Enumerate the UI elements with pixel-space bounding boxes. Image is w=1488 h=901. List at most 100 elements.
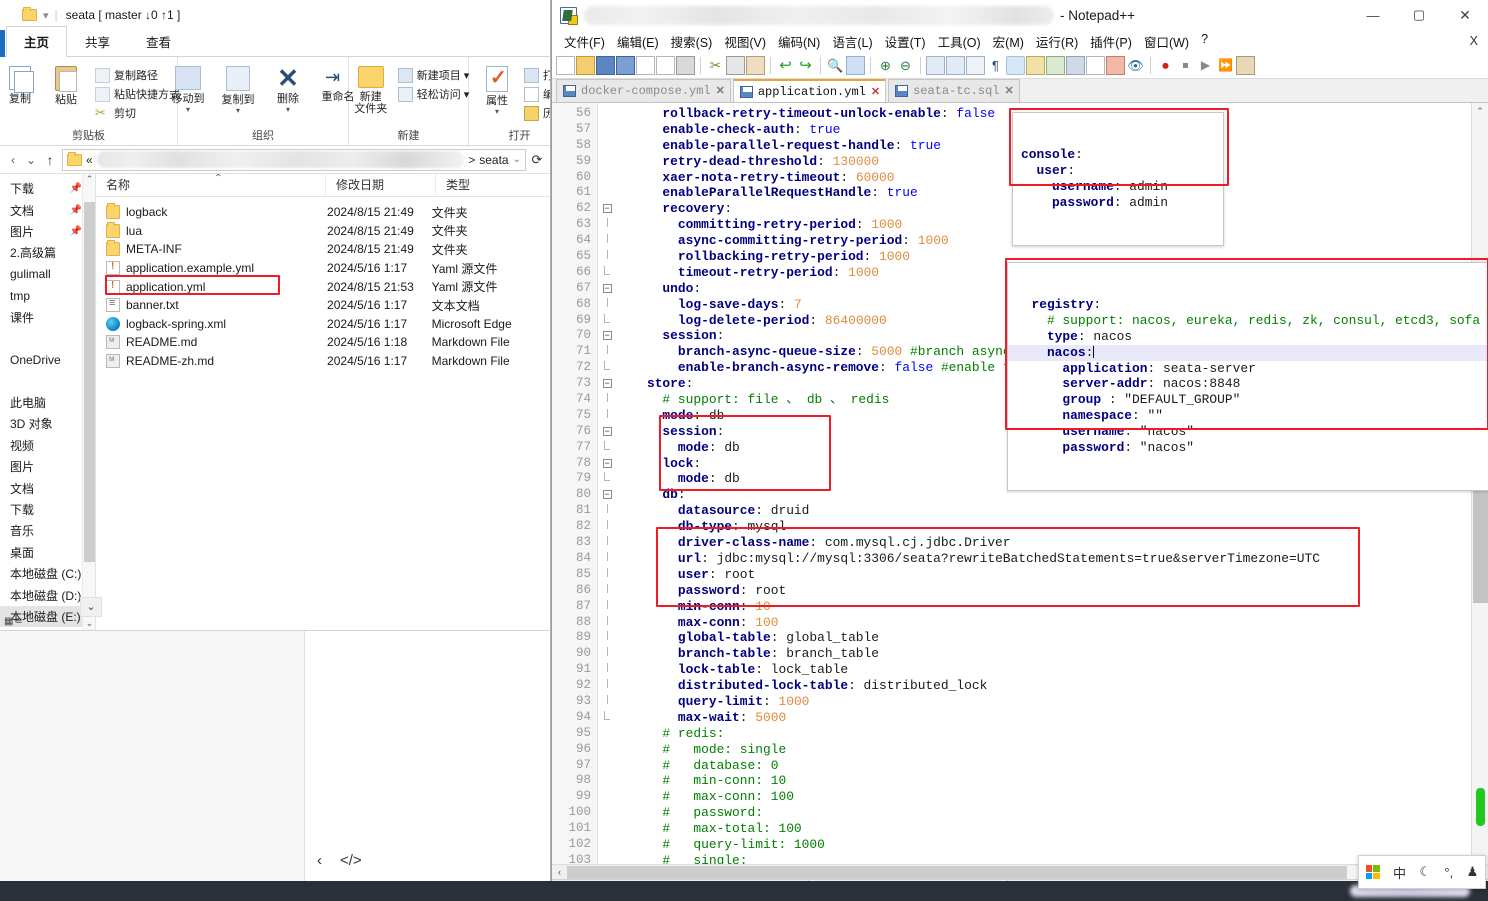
play-macro-icon[interactable]: ▶ [1196,56,1215,75]
properties-button[interactable]: 属性 ▾ [474,62,520,116]
function-list-icon[interactable] [1086,55,1105,75]
menu-item-9[interactable]: 运行(R) [1030,30,1084,53]
nav-item-17[interactable]: 桌面 [0,542,95,563]
nav-scroll-up-icon[interactable]: ⌃ [83,174,95,188]
print-icon[interactable] [676,55,695,75]
easy-access-button[interactable]: 轻松访问 ▾ [397,86,469,102]
zoom-out-icon[interactable]: ⊖ [896,56,915,75]
tab-close-icon[interactable]: ✕ [1005,84,1014,98]
nav-item-3[interactable]: 2.高级篇 [0,242,95,263]
tab-close-icon[interactable]: ✕ [871,85,880,99]
hscroll-thumb[interactable] [567,865,1347,879]
minimize-button[interactable]: — [1350,0,1396,30]
code-folding-margin[interactable]: − − − − − − − [598,103,616,864]
tab-seata-tc-sql[interactable]: seata-tc.sql ✕ [888,79,1020,102]
refresh-icon[interactable]: ⟳ [530,152,544,168]
column-name[interactable]: 名称 [96,174,326,197]
editor-area[interactable]: 56 57 58 59 60 61 62 63 64 65 66 67 68 69 70 71 72 73 74 75… [552,103,1488,864]
menu-item-8[interactable]: 宏(M) [987,30,1030,53]
fold-toggle-icon[interactable]: − [598,424,616,440]
indent-guide-icon[interactable] [1006,55,1025,75]
fold-toggle-icon[interactable]: − [598,328,616,344]
nav-item-0[interactable]: 下载 📌 [0,178,95,199]
nav-item-10[interactable]: 此电脑 [0,392,95,413]
column-date[interactable]: 修改日期 [326,174,436,197]
ime-floating-toolbar[interactable]: 中 ☾ °, ♟ [1358,855,1486,889]
nav-scroll-down-button[interactable]: ⌄ [80,597,102,617]
show-all-chars-icon[interactable]: ¶ [986,56,1005,75]
pin-icon[interactable]: 📌 [70,183,82,194]
close-document-icon[interactable]: X [1470,34,1478,48]
menu-item-10[interactable]: 插件(P) [1084,30,1138,53]
record-macro-icon[interactable]: ⏺ [1156,56,1175,75]
file-row[interactable]: README.md 2024/5/16 1:18 Markdown File [96,333,550,352]
maximize-button[interactable]: ▢ [1396,0,1442,30]
file-row[interactable]: application.example.yml 2024/5/16 1:17 Yam… [96,259,550,278]
user-language-icon[interactable] [1026,55,1045,75]
document-map-icon[interactable] [1046,55,1065,75]
quick-access-dropdown-icon[interactable]: ▾ [43,9,49,22]
nav-item-16[interactable]: 音乐 [0,520,95,541]
folder-workspace-icon[interactable] [1106,55,1125,75]
menu-item-1[interactable]: 编辑(E) [611,30,665,53]
nav-item-1[interactable]: 文档 📌 [0,199,95,220]
file-row[interactable]: logback 2024/8/15 21:49 文件夹 [96,203,550,222]
cut-icon[interactable]: ✂ [706,56,725,75]
save-macro-icon[interactable] [1236,55,1255,75]
column-type[interactable]: 类型 [436,174,546,197]
address-input[interactable]: « > seata ⌄ [62,148,526,171]
quick-access-properties-icon[interactable] [4,7,20,23]
fold-toggle-icon[interactable]: − [598,487,616,503]
move-to-button[interactable]: 移动到 ▾ [165,62,211,114]
sync-vertical-icon[interactable] [926,55,945,75]
menu-item-12[interactable]: ? [1195,30,1214,53]
recent-locations-icon[interactable]: ⌄ [24,153,38,167]
code-view-icon[interactable]: </> [340,852,362,869]
pin-icon[interactable]: 📌 [70,226,82,237]
nav-item-4[interactable]: gulimall [0,264,95,285]
menu-item-0[interactable]: 文件(F) [558,30,611,53]
copy-icon[interactable] [726,55,745,75]
find-icon[interactable]: 🔍 [826,56,845,75]
editor-horizontal-scrollbar[interactable]: ‹ › [552,864,1488,879]
tab-application-yml[interactable]: application.yml ✕ [732,79,887,102]
pin-icon[interactable]: 📌 [70,205,82,216]
fold-toggle-icon[interactable]: − [598,376,616,392]
zoom-in-icon[interactable]: ⊕ [876,56,895,75]
close-button[interactable]: ✕ [1442,0,1488,30]
menu-item-7[interactable]: 工具(O) [932,30,987,53]
save-all-icon[interactable] [616,55,635,75]
menu-item-5[interactable]: 语言(L) [826,30,878,53]
fold-toggle-icon[interactable]: − [598,281,616,297]
nav-item-8[interactable]: OneDrive [0,349,95,370]
file-row[interactable]: logback-spring.xml 2024/5/16 1:17 Microsof… [96,315,550,334]
nav-item-5[interactable]: tmp [0,285,95,306]
redo-icon[interactable]: ↪ [796,56,815,75]
menu-item-6[interactable]: 设置(T) [879,30,932,53]
close-file-icon[interactable] [636,55,655,75]
paste-icon[interactable] [746,55,765,75]
edit-button[interactable]: 编辑 [524,86,550,102]
undo-icon[interactable]: ↩ [776,56,795,75]
stop-macro-icon[interactable]: ⏹ [1176,56,1195,75]
menu-item-4[interactable]: 编码(N) [772,30,826,53]
file-row[interactable]: README-zh.md 2024/5/16 1:17 Markdown File [96,352,550,371]
sync-horizontal-icon[interactable] [946,55,965,75]
copy-to-button[interactable]: 复制到 ▾ [215,62,261,115]
save-icon[interactable] [596,55,615,75]
file-row[interactable]: banner.txt 2024/5/16 1:17 文本文档 [96,296,550,315]
back-icon[interactable]: ‹ [6,153,20,167]
nav-item-18[interactable]: 本地磁盘 (C:) [0,563,95,584]
hscroll-left-icon[interactable]: ‹ [552,867,567,877]
menu-item-3[interactable]: 视图(V) [718,30,772,53]
fold-toggle-icon[interactable]: − [598,201,616,217]
tab-share[interactable]: 共享 [67,26,128,57]
nav-scrollbar[interactable]: ⌃ ⌄ [82,174,95,632]
new-file-icon[interactable] [556,55,575,75]
tab-close-icon[interactable]: ✕ [716,84,725,98]
file-menu-accent[interactable] [0,30,5,57]
nav-item-14[interactable]: 文档 [0,477,95,498]
nav-item-12[interactable]: 视频 [0,435,95,456]
file-row[interactable]: lua 2024/8/15 21:49 文件夹 [96,221,550,241]
scroll-up-icon[interactable]: ⌃ [1472,103,1488,119]
